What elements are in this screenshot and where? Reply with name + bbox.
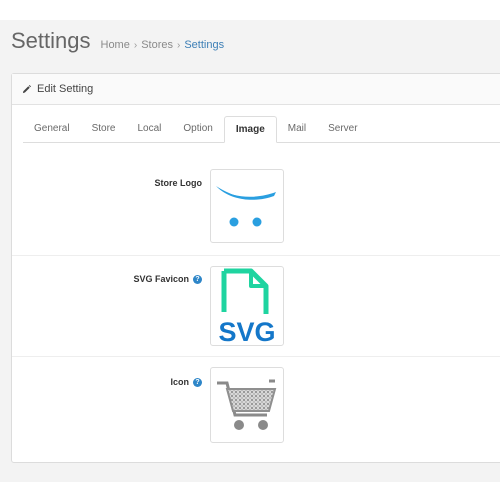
panel-heading: Edit Setting	[12, 74, 500, 105]
field-label-text: SVG Favicon	[133, 274, 189, 284]
pencil-icon	[22, 84, 31, 94]
field-label-store-logo: Store Logo	[155, 178, 203, 188]
tab-mail[interactable]: Mail	[277, 116, 317, 143]
tab-local[interactable]: Local	[126, 116, 172, 143]
field-label-text: Store Logo	[154, 178, 203, 188]
help-icon[interactable]: ?	[193, 377, 202, 387]
page-header: Settings Home › Stores › Settings	[11, 28, 224, 58]
field-label-svg-favicon: SVG Favicon ?	[133, 274, 202, 284]
svg-file-icon: SVG	[218, 268, 276, 344]
breadcrumb: Home › Stores › Settings	[101, 39, 225, 51]
field-label-icon: Icon ?	[170, 377, 202, 387]
tab-option[interactable]: Option	[172, 116, 223, 143]
edit-setting-panel: Edit Setting General Store Local Option …	[11, 73, 500, 463]
help-icon[interactable]: ?	[193, 274, 202, 284]
settings-tabs: General Store Local Option Image Mail Se…	[23, 116, 500, 143]
breadcrumb-separator-icon: ›	[176, 39, 181, 51]
tab-server[interactable]: Server	[317, 116, 368, 143]
panel-title: Edit Setting	[37, 83, 94, 95]
page-title: Settings	[11, 28, 91, 53]
svg-file-label: SVG	[218, 317, 275, 344]
breadcrumb-settings[interactable]: Settings	[184, 39, 224, 51]
icon-thumbnail[interactable]	[210, 367, 284, 443]
field-label-text: Icon	[170, 377, 189, 387]
field-row-svg-favicon: SVG Favicon ? SVG	[12, 255, 500, 356]
tab-general[interactable]: General	[23, 116, 81, 143]
breadcrumb-stores[interactable]: Stores	[141, 39, 173, 51]
store-logo-thumbnail[interactable]	[210, 169, 284, 243]
opencart-logo	[216, 186, 276, 227]
svg-favicon-thumbnail[interactable]: SVG	[210, 266, 284, 346]
field-row-store-logo: Store Logo	[12, 158, 500, 254]
breadcrumb-home[interactable]: Home	[101, 39, 130, 51]
breadcrumb-separator-icon: ›	[133, 39, 138, 51]
tab-image[interactable]: Image	[223, 116, 277, 143]
shopping-cart-icon	[217, 379, 277, 430]
tab-store[interactable]: Store	[81, 116, 127, 143]
field-row-icon: Icon ?	[12, 356, 500, 463]
